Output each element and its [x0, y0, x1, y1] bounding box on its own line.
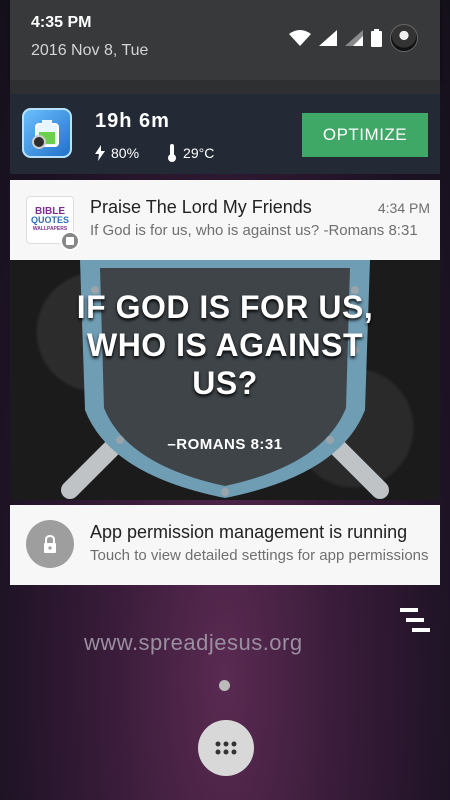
battery-notification[interactable]: 19h 6m 80% 29°C OPTIMIZE	[10, 94, 440, 174]
verse-text: IF GOD IS FOR US, WHO IS AGAINST US?	[76, 289, 374, 401]
optimize-button[interactable]: OPTIMIZE	[302, 113, 428, 157]
grid-dots-icon	[215, 741, 237, 755]
permission-notification[interactable]: App permission management is running Tou…	[10, 505, 440, 585]
battery-time-remaining: 19h 6m	[95, 110, 170, 132]
notification-badge-icon	[60, 231, 80, 251]
notification-title: App permission management is running	[90, 522, 408, 542]
verse-reference: –ROMANS 8:31	[167, 436, 283, 453]
quick-settings-header: 4:35 PM 2016 Nov 8, Tue	[10, 0, 440, 80]
notification-time: 4:34 PM	[377, 200, 430, 216]
lightning-icon	[95, 145, 105, 161]
battery-charge: 80%	[111, 145, 140, 161]
page-indicator	[219, 680, 230, 691]
status-icons	[289, 24, 418, 52]
wallpaper-watermark: www.spreadjesus.org	[84, 630, 303, 655]
battery-temperature: 29°C	[183, 145, 215, 161]
notification-text: If God is for us, who is against us? -Ro…	[90, 222, 418, 239]
notification-title: Praise The Lord My Friends	[90, 197, 312, 217]
battery-stats: 80% 29°C	[95, 144, 214, 162]
clock: 4:35 PM	[31, 14, 92, 31]
clear-all-icon[interactable]	[396, 606, 432, 634]
battery-app-icon	[22, 108, 72, 158]
thermometer-icon	[168, 144, 177, 162]
signal-weak-icon	[345, 30, 363, 46]
avatar[interactable]	[390, 24, 418, 52]
signal-icon	[319, 30, 337, 46]
battery-icon	[371, 29, 382, 47]
notification-text: Touch to view detailed settings for app …	[90, 547, 429, 564]
app-drawer-button[interactable]	[198, 720, 254, 776]
bible-quote-notification[interactable]: BIBLE QUOTES WALLPAPERS Praise The Lord …	[10, 180, 440, 260]
notification-big-picture[interactable]: IF GOD IS FOR US, WHO IS AGAINST US? –RO…	[10, 260, 440, 500]
date-label[interactable]: 2016 Nov 8, Tue	[31, 42, 148, 60]
lock-icon	[26, 520, 74, 568]
wifi-icon	[289, 30, 311, 46]
shade-handle[interactable]	[10, 80, 440, 94]
